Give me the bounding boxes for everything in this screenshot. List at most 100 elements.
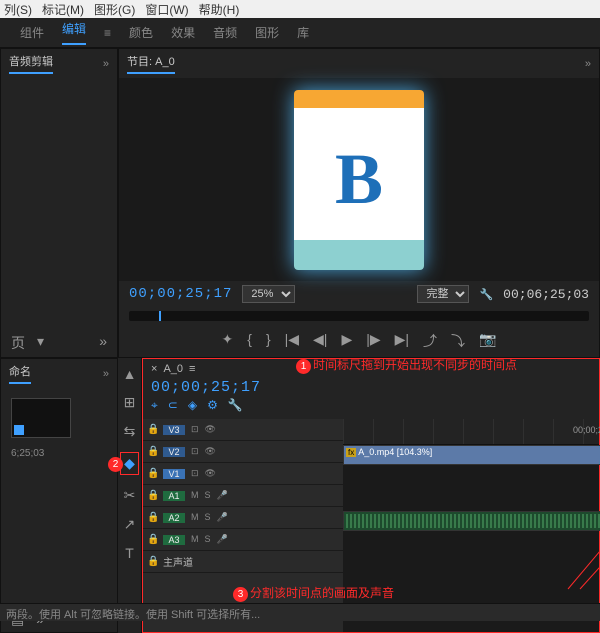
bin-thumbnail[interactable] xyxy=(11,398,71,438)
chevron-down-icon[interactable]: ▾ xyxy=(37,333,44,353)
track-a2[interactable]: A2 xyxy=(163,513,185,523)
tab-graphics[interactable]: 图形 xyxy=(255,24,279,41)
annotation-1: 1时间标尺拖到开始出现不同步的时间点 xyxy=(296,356,517,374)
tab-assembly[interactable]: 组件 xyxy=(20,24,44,41)
step-back-icon[interactable]: ◀| xyxy=(313,331,327,351)
mark-out-icon[interactable]: } xyxy=(266,331,271,351)
lift-icon[interactable]: ⤴ xyxy=(423,331,437,351)
panel-menu-icon[interactable]: » xyxy=(103,368,109,380)
menu-item[interactable]: 帮助(H) xyxy=(199,1,240,18)
time-ruler[interactable]: 00;00;24;29 xyxy=(343,419,599,445)
pen-tool-icon[interactable]: ↗ xyxy=(124,516,136,533)
tool-palette: ▲ ⊞ ⇆ ◆ ✂ ↗ T xyxy=(118,358,142,633)
program-timecode[interactable]: 00;00;25;17 xyxy=(129,286,232,302)
timeline-timecode[interactable]: 00;00;25;17 xyxy=(143,379,599,396)
lock-icon[interactable]: 🔒 xyxy=(147,534,157,545)
bin-clip-duration: 6;25;03 xyxy=(11,448,117,459)
clip-label: A_0.mp4 [104.3%] xyxy=(358,447,432,457)
preview-frame: B xyxy=(294,90,424,270)
sequence-tab[interactable]: A_0 xyxy=(163,363,183,375)
toggle-output-icon[interactable]: ⊡ xyxy=(191,446,199,457)
audio-clip-panel-title: 音频剪辑 » xyxy=(1,49,117,78)
video-clip[interactable]: fxA_0.mp4 [104.3%] xyxy=(343,445,600,465)
lock-icon[interactable]: 🔒 xyxy=(147,446,157,457)
track-select-tool-icon[interactable]: ⊞ xyxy=(124,394,136,411)
type-tool-icon[interactable]: T xyxy=(125,545,134,561)
tab-color[interactable]: 颜色 xyxy=(129,24,153,41)
project-panel-label[interactable]: 命名 xyxy=(9,363,31,384)
lock-icon[interactable]: 🔒 xyxy=(147,512,157,523)
menu-item[interactable]: 标记(M) xyxy=(42,1,84,18)
solo-icon[interactable]: S xyxy=(205,490,211,501)
audio-clip[interactable] xyxy=(343,511,600,531)
snap-icon[interactable]: ⌖ xyxy=(151,398,158,413)
voice-icon[interactable]: 🎤 xyxy=(217,534,228,545)
eye-icon[interactable]: 👁 xyxy=(205,424,216,435)
track-a1[interactable]: A1 xyxy=(163,491,185,501)
menu-item[interactable]: 图形(G) xyxy=(94,1,135,18)
lock-icon[interactable]: 🔒 xyxy=(147,490,157,501)
step-fwd-icon[interactable]: |▶ xyxy=(366,331,380,351)
close-icon[interactable]: × xyxy=(151,363,157,375)
mark-in-icon[interactable]: { xyxy=(247,331,252,351)
mute-icon[interactable]: M xyxy=(191,512,199,523)
track-v1[interactable]: V1 xyxy=(163,469,185,479)
solo-icon[interactable]: S xyxy=(205,512,211,523)
workspace-tabs: 组件 编辑 ≡ 颜色 效果 音频 图形 库 xyxy=(0,18,600,48)
lock-icon[interactable]: 🔒 xyxy=(147,424,157,435)
wrench-icon[interactable]: 🔧 xyxy=(479,288,493,301)
solo-icon[interactable]: S xyxy=(205,534,211,545)
lock-icon[interactable]: 🔒 xyxy=(147,468,157,479)
ripple-tool-icon[interactable]: ⇆ xyxy=(124,423,136,440)
toggle-output-icon[interactable]: ⊡ xyxy=(191,424,199,435)
track-v3[interactable]: V3 xyxy=(163,425,185,435)
settings-icon[interactable]: ⚙ xyxy=(207,398,218,413)
tab-audio[interactable]: 音频 xyxy=(213,24,237,41)
mute-icon[interactable]: M xyxy=(191,490,199,501)
panel-menu-icon[interactable]: » xyxy=(103,58,109,70)
lock-icon[interactable]: 🔒 xyxy=(147,556,157,567)
extract-icon[interactable]: ⤵ xyxy=(451,331,465,351)
page-label: 页 xyxy=(11,333,25,353)
track-a3[interactable]: A3 xyxy=(163,535,185,545)
eye-icon[interactable]: 👁 xyxy=(205,468,216,479)
wrench-icon[interactable]: 🔧 xyxy=(228,398,243,413)
marker-icon[interactable]: ◈ xyxy=(188,398,197,413)
menu-item[interactable]: 列(S) xyxy=(4,1,32,18)
toggle-output-icon[interactable]: ⊡ xyxy=(191,468,199,479)
go-in-icon[interactable]: |◀ xyxy=(285,331,299,351)
tab-edit[interactable]: 编辑 xyxy=(62,20,86,45)
master-track-label: 主声道 xyxy=(163,554,193,569)
mute-icon[interactable]: M xyxy=(191,534,199,545)
export-frame-icon[interactable]: 📷 xyxy=(479,331,496,351)
menubar: 列(S) 标记(M) 图形(G) 窗口(W) 帮助(H) xyxy=(0,0,600,18)
transport-controls: ✦ { } |◀ ◀| ▶ |▶ ▶| ⤴ ⤵ 📷 xyxy=(119,325,599,357)
resolution-select[interactable]: 完整 xyxy=(417,285,469,303)
menu-item[interactable]: 窗口(W) xyxy=(145,1,188,18)
selection-tool-icon[interactable]: ▲ xyxy=(123,366,137,382)
go-out-icon[interactable]: ▶| xyxy=(395,331,409,351)
tab-library[interactable]: 库 xyxy=(297,24,309,41)
panel-chevrons-icon[interactable]: » xyxy=(99,333,107,353)
tab-menu-icon[interactable]: ≡ xyxy=(189,363,195,375)
close-icon[interactable]: » xyxy=(585,58,591,70)
slip-tool-icon[interactable]: ✂ xyxy=(124,487,136,504)
voice-icon[interactable]: 🎤 xyxy=(217,490,228,501)
tab-hamburger-icon[interactable]: ≡ xyxy=(104,26,111,40)
track-v2[interactable]: V2 xyxy=(163,447,185,457)
program-scrubber[interactable] xyxy=(129,311,589,321)
tab-effects[interactable]: 效果 xyxy=(171,24,195,41)
ruler-timestamp: 00;00;24;29 xyxy=(573,425,600,435)
audio-clip-tab[interactable]: 音频剪辑 xyxy=(9,53,53,74)
eye-icon[interactable]: 👁 xyxy=(205,446,216,457)
zoom-select[interactable]: 25% xyxy=(242,285,295,303)
linked-sel-icon[interactable]: ⊂ xyxy=(168,398,178,413)
voice-icon[interactable]: 🎤 xyxy=(217,512,228,523)
program-monitor[interactable]: B xyxy=(119,78,599,281)
program-monitor-title[interactable]: 节目: A_0 xyxy=(127,53,175,74)
add-marker-icon[interactable]: ✦ xyxy=(222,331,234,351)
play-icon[interactable]: ▶ xyxy=(341,331,352,351)
preview-letter: B xyxy=(335,138,383,221)
program-duration: 00;06;25;03 xyxy=(503,287,589,302)
status-bar: 两段。使用 Alt 可忽略链接。使用 Shift 可选择所有... xyxy=(0,603,600,621)
